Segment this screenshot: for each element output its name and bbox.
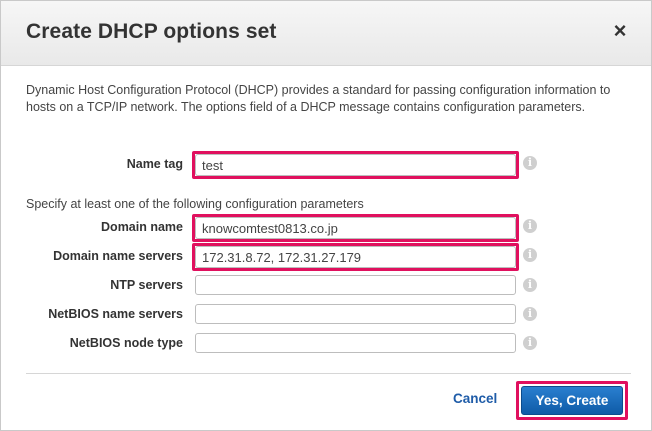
domain-name-label: Domain name: [101, 220, 183, 234]
cancel-button[interactable]: Cancel: [453, 391, 497, 406]
info-icon[interactable]: i: [523, 336, 537, 350]
dialog-title: Create DHCP options set: [26, 20, 277, 43]
domain-name-servers-input[interactable]: [195, 246, 516, 268]
info-icon[interactable]: i: [523, 219, 537, 233]
domain-name-servers-label: Domain name servers: [53, 249, 183, 263]
info-icon[interactable]: i: [523, 156, 537, 170]
info-icon[interactable]: i: [523, 248, 537, 262]
netbios-node-type-input[interactable]: [195, 333, 516, 353]
domain-name-input[interactable]: [195, 217, 516, 239]
name-tag-input[interactable]: [195, 154, 516, 176]
netbios-node-type-label: NetBIOS node type: [69, 336, 183, 350]
ntp-servers-input[interactable]: [195, 275, 516, 295]
close-icon[interactable]: ×: [611, 20, 629, 42]
netbios-name-servers-label: NetBIOS name servers: [48, 307, 183, 321]
footer-divider: [26, 373, 631, 374]
dialog-description: Dynamic Host Configuration Protocol (DHC…: [26, 83, 611, 114]
dialog-header: Create DHCP options set ×: [1, 1, 651, 66]
info-icon[interactable]: i: [523, 278, 537, 292]
ntp-servers-label: NTP servers: [110, 278, 183, 292]
section-note: Specify at least one of the following co…: [26, 197, 364, 211]
info-icon[interactable]: i: [523, 307, 537, 321]
name-tag-label: Name tag: [126, 157, 183, 171]
netbios-name-servers-input[interactable]: [195, 304, 516, 324]
yes-create-button[interactable]: Yes, Create: [521, 386, 623, 415]
create-dhcp-options-dialog: Create DHCP options set × Dynamic Host C…: [0, 0, 652, 431]
